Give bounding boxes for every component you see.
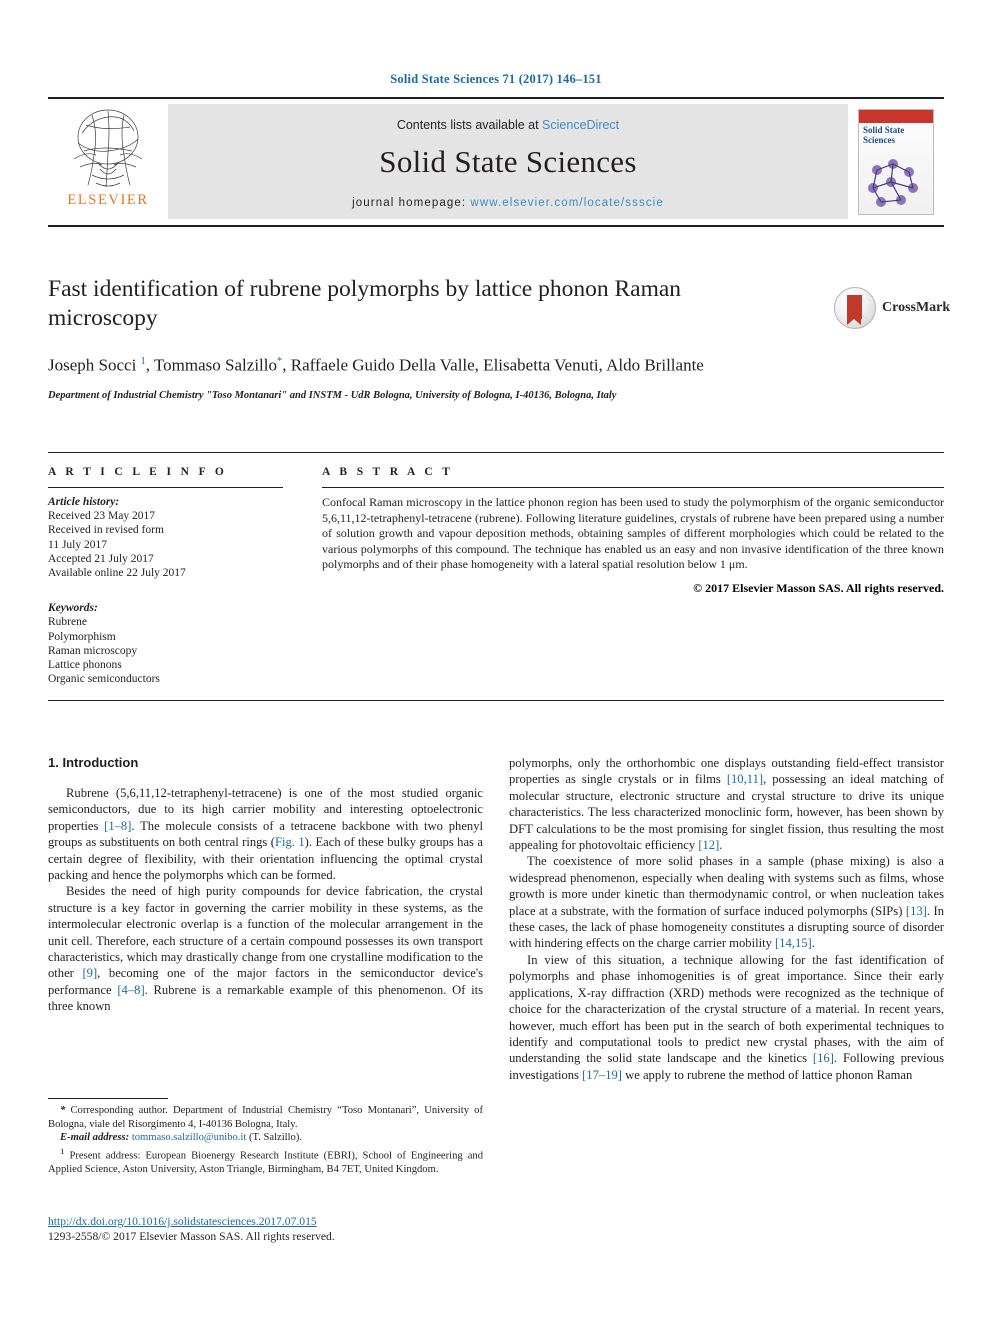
abstract-copyright: © 2017 Elsevier Masson SAS. All rights r…	[693, 580, 944, 595]
paragraph: In view of this situation, a technique a…	[509, 952, 944, 1082]
abstract-heading: A B S T R A C T	[322, 466, 454, 478]
page-title: Fast identification of rubrene polymorph…	[48, 276, 682, 331]
elsevier-wordmark: ELSEVIER	[67, 192, 149, 208]
abstract-rule	[322, 487, 944, 488]
elsevier-logo: ELSEVIER	[48, 99, 168, 225]
elsevier-tree-icon	[73, 109, 143, 188]
abstract-column: A B S T R A C T Confocal Raman microscop…	[283, 466, 944, 686]
crossmark-icon	[834, 287, 876, 329]
keyword-item: Polymorphism	[48, 630, 116, 643]
footer-doi-block: http://dx.doi.org/10.1016/j.solidstatesc…	[48, 1215, 483, 1243]
journal-masthead: ELSEVIER Contents lists available at Sci…	[48, 97, 944, 227]
keywords-block: Keywords: Rubrene Polymorphism Raman mic…	[48, 601, 283, 686]
body-column-left: 1. Introduction Rubrene (5,6,11,12-tetra…	[48, 755, 483, 1083]
doi-link[interactable]: http://dx.doi.org/10.1016/j.solidstatesc…	[48, 1215, 483, 1228]
abstract-text: Confocal Raman microscopy in the lattice…	[322, 495, 944, 572]
issn-copyright-line: 1293-2558/© 2017 Elsevier Masson SAS. Al…	[48, 1230, 335, 1243]
author-list: Joseph Socci 1, Tommaso Salzillo*, Raffa…	[48, 355, 704, 375]
cover-image: Solid State Sciences	[858, 109, 934, 215]
journal-homepage-line: journal homepage: www.elsevier.com/locat…	[352, 197, 664, 209]
article-history-line: Received 23 May 2017	[48, 510, 155, 523]
paragraph: Besides the need of high purity compound…	[48, 884, 484, 1014]
homepage-url-link[interactable]: www.elsevier.com/locate/ssscie	[470, 197, 663, 209]
article-info-heading: A R T I C L E I N F O	[48, 466, 228, 478]
homepage-prefix: journal homepage:	[352, 197, 471, 209]
article-history-line: 11 July 2017	[48, 538, 107, 551]
keyword-item: Rubrene	[48, 616, 87, 629]
keywords-label: Keywords:	[48, 602, 98, 615]
article-history-line: Accepted 21 July 2017	[48, 552, 154, 565]
contents-prefix: Contents lists available at	[396, 118, 543, 132]
contents-available-line: Contents lists available at ScienceDirec…	[397, 118, 619, 132]
article-history-line: Available online 22 July 2017	[48, 567, 186, 580]
footnote-rule	[48, 1098, 168, 1099]
keyword-item: Lattice phonons	[48, 659, 122, 672]
running-head: Solid State Sciences 71 (2017) 146–151	[390, 72, 602, 86]
footnote-corresponding-author: * Corresponding author. Department of In…	[48, 1105, 483, 1130]
article-history-line: Received in revised form	[48, 524, 164, 537]
sciencedirect-link[interactable]: ScienceDirect	[542, 118, 619, 132]
journal-cover-thumbnail: Solid State Sciences	[848, 99, 944, 225]
keyword-item: Raman microscopy	[48, 644, 138, 657]
cover-title-text: Solid State Sciences	[863, 125, 905, 145]
article-info-rule	[48, 487, 283, 488]
article-info-abstract-panel: A R T I C L E I N F O Article history: R…	[48, 452, 944, 702]
paragraph: The coexistence of more solid phases in …	[509, 854, 944, 951]
journal-title: Solid State Sciences	[379, 144, 637, 179]
cover-molecule-art-icon	[868, 159, 918, 207]
affiliation: Department of Industrial Chemistry "Toso…	[48, 389, 617, 401]
title-area: CrossMark Fast identification of rubrene…	[48, 275, 950, 401]
paper-page: Solid State Sciences 71 (2017) 146–151 E…	[0, 0, 992, 1323]
keyword-item: Organic semiconductors	[48, 673, 160, 686]
crossmark-label: CrossMark	[882, 300, 951, 315]
footnote-present-address: 1 Present address: European Bioenergy Re…	[48, 1145, 483, 1175]
paragraph: Rubrene (5,6,11,12-tetraphenyl-tetracene…	[48, 786, 483, 883]
crossmark-bookmark-shape	[847, 295, 862, 325]
cover-top-band	[859, 110, 933, 123]
paragraph: polymorphs, only the orthorhombic one di…	[509, 756, 944, 853]
masthead-center: Contents lists available at ScienceDirec…	[168, 104, 848, 219]
article-history-label: Article history:	[48, 496, 120, 508]
body-columns: 1. Introduction Rubrene (5,6,11,12-tetra…	[48, 755, 944, 1083]
crossmark-badge[interactable]: CrossMark	[834, 287, 950, 329]
body-column-right: polymorphs, only the orthorhombic one di…	[509, 755, 944, 1083]
footnote-email[interactable]: E-mail address: tommaso.salzillo@unibo.i…	[48, 1131, 483, 1145]
footnote-block: * Corresponding author. Department of In…	[48, 1098, 483, 1177]
section-heading-introduction: 1. Introduction	[48, 755, 139, 770]
article-info-column: A R T I C L E I N F O Article history: R…	[48, 466, 283, 686]
